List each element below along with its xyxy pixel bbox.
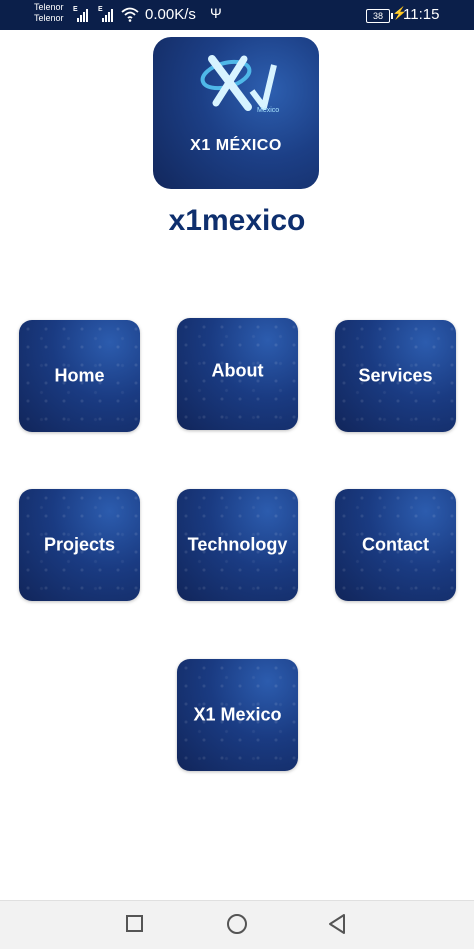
navigation-bar [0,900,474,949]
logo-subtext: México [257,107,280,114]
home-button-label: Home [54,365,105,386]
carrier-1: Telenor [34,2,64,12]
x1-mexico-button-label: X1 Mexico [193,704,282,725]
contact-button-label: Contact [362,534,429,555]
about-button[interactable]: About [177,318,298,430]
circle-icon[interactable] [227,914,247,934]
battery-level: 38 [372,11,383,21]
app-logo: México X1 MÉXICO [153,37,319,189]
logo-caption: X1 MÉXICO [190,137,282,154]
services-button-label: Services [358,365,433,386]
triangle-back-icon[interactable] [327,913,347,935]
x1-logo-mark-icon [200,55,277,111]
usb-icon: Ψ [210,5,222,21]
square-icon[interactable] [126,915,143,932]
wifi-icon [121,7,139,22]
clock: 11:15 [403,6,440,23]
status-bar: Telenor Telenor E E 0.00K/s Ψ 38 ⚡ 11:15 [0,0,474,30]
technology-button[interactable]: Technology [177,489,298,601]
home-button[interactable]: Home [19,320,140,432]
contact-button[interactable]: Contact [335,489,456,601]
carrier-2: Telenor [34,13,64,23]
network-speed: 0.00K/s [145,6,196,23]
projects-button-label: Projects [43,534,116,555]
technology-button-label: Technology [187,534,288,555]
signal-1-icon: E [73,6,89,22]
about-button-label: About [211,360,264,381]
signal-2-icon: E [98,6,114,22]
projects-button[interactable]: Projects [19,489,140,601]
services-button[interactable]: Services [335,320,456,432]
carrier-labels: Telenor Telenor [34,2,64,24]
network-type-2: E [98,6,103,13]
battery-icon: 38 [366,9,393,23]
x1-mexico-button[interactable]: X1 Mexico [177,659,298,771]
network-type-1: E [73,6,78,13]
app-title: x1mexico [168,204,306,237]
